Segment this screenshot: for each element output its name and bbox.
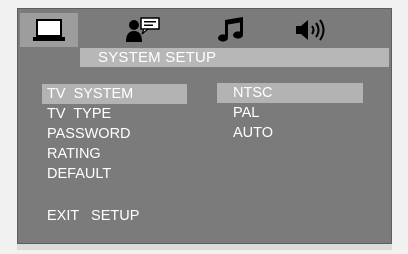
option-ntsc[interactable]: NTSC xyxy=(217,83,363,103)
tab-system-setup[interactable] xyxy=(20,13,78,47)
person-speech-icon xyxy=(126,17,160,42)
music-note-icon xyxy=(218,17,243,42)
menu-item-default[interactable]: DEFAULT xyxy=(42,164,187,184)
menu-item-rating[interactable]: RATING xyxy=(42,144,187,164)
option-auto[interactable]: AUTO xyxy=(217,123,363,143)
tv-system-options: NTSC PAL AUTO xyxy=(217,83,363,143)
monitor-icon xyxy=(33,19,65,41)
menu-item-tv-type[interactable]: TV TYPE xyxy=(42,104,187,124)
tab-bar xyxy=(18,9,391,48)
setup-menu: TV SYSTEM TV TYPE PASSWORD RATING DEFAUL… xyxy=(42,84,187,184)
menu-item-tv-system[interactable]: TV SYSTEM xyxy=(42,84,187,104)
tab-audio-setup[interactable] xyxy=(202,13,260,47)
page-title: SYSTEM SETUP xyxy=(98,49,217,66)
exit-setup-button[interactable]: EXIT SETUP xyxy=(47,206,139,226)
menu-item-password[interactable]: PASSWORD xyxy=(42,124,187,144)
option-pal[interactable]: PAL xyxy=(217,103,363,123)
bottom-strip xyxy=(17,244,392,250)
speaker-icon xyxy=(296,19,325,41)
tab-speaker-setup[interactable] xyxy=(282,13,340,47)
setup-screen: SYSTEM SETUP TV SYSTEM TV TYPE PASSWORD … xyxy=(17,8,392,244)
tab-language-setup[interactable] xyxy=(114,13,172,47)
